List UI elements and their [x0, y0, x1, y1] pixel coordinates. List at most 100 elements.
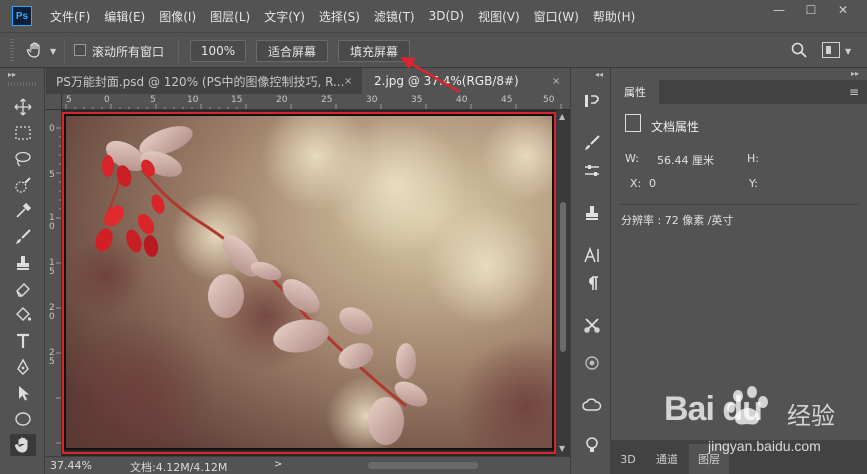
tab-properties[interactable]: 属性: [611, 80, 659, 104]
path-selection-tool-icon[interactable]: [10, 382, 36, 404]
cc-libraries-icon[interactable]: [580, 352, 604, 374]
x-label: X:: [630, 177, 642, 190]
window-controls: — ☐ ✕: [763, 0, 859, 20]
scroll-up-icon[interactable]: ▲: [559, 112, 565, 121]
stamp-tool-icon[interactable]: [10, 252, 36, 274]
eyedropper-tool-icon[interactable]: [10, 200, 36, 222]
ellipse-tool-icon[interactable]: [10, 408, 36, 430]
quick-selection-tool-icon[interactable]: [10, 174, 36, 196]
vertical-scrollbar[interactable]: ▲ ▼: [556, 110, 570, 456]
baidu-watermark: Bai du 经验 jingyan.baidu.com: [652, 382, 862, 468]
ruler-tick-label: 0: [49, 124, 55, 134]
menu-help[interactable]: 帮助(H): [593, 8, 635, 25]
menu-window[interactable]: 窗口(W): [534, 8, 579, 25]
minimize-button[interactable]: —: [763, 0, 795, 20]
menu-select[interactable]: 选择(S): [319, 8, 360, 25]
search-icon[interactable]: [790, 41, 808, 59]
brush-tool-icon[interactable]: [10, 226, 36, 248]
scroll-down-icon[interactable]: ▼: [559, 444, 565, 453]
horizontal-ruler[interactable]: 5 0 5 10 15 20 25 30 35 40 45 50: [62, 94, 570, 110]
toolbar-grip[interactable]: [8, 82, 36, 86]
divider: [619, 204, 859, 205]
pen-tool-icon[interactable]: [10, 356, 36, 378]
photo-berries: [64, 114, 554, 450]
collapse-icon[interactable]: ▸▸: [8, 70, 16, 79]
ruler-tick-label: 25: [321, 95, 333, 105]
scrollbar-thumb[interactable]: [560, 202, 566, 352]
panel-menu-icon[interactable]: ≡: [849, 85, 859, 99]
ruler-tick-label: 5: [49, 170, 55, 180]
type-tool-icon[interactable]: [10, 330, 36, 352]
chevron-down-icon[interactable]: ▼: [845, 47, 851, 56]
paw-icon: [727, 386, 768, 425]
learn-icon[interactable]: [580, 434, 604, 456]
ruler-tick-label: 50: [543, 95, 555, 105]
ruler-tick-label: 1 0: [49, 213, 55, 232]
ruler-origin[interactable]: [46, 94, 62, 110]
tab-3d[interactable]: 3D: [611, 444, 645, 474]
adjustments-icon[interactable]: [580, 160, 604, 182]
tab-ps-cover[interactable]: PS万能封面.psd @ 120% (PS中的图像控制技巧, R... ×: [46, 68, 362, 94]
menu-view[interactable]: 视图(V): [478, 8, 520, 25]
menu-type[interactable]: 文字(Y): [264, 8, 305, 25]
history-icon[interactable]: [580, 90, 604, 112]
menu-edit[interactable]: 编辑(E): [104, 8, 145, 25]
height-label: H:: [747, 152, 759, 165]
hand-tool-preset-icon[interactable]: [24, 39, 46, 61]
marquee-tool-icon[interactable]: [10, 122, 36, 144]
character-icon[interactable]: [580, 244, 604, 266]
menu-file[interactable]: 文件(F): [50, 8, 90, 25]
document-icon: [625, 114, 641, 132]
panel-icon-strip: ◂◂: [570, 68, 611, 474]
menu-image[interactable]: 图像(I): [159, 8, 196, 25]
clone-source-icon[interactable]: [580, 202, 604, 224]
menu-3d[interactable]: 3D(D): [429, 9, 464, 23]
fit-screen-button[interactable]: 适合屏幕: [256, 40, 328, 62]
x-value[interactable]: 0: [649, 177, 656, 190]
zoom-level[interactable]: 37.44%: [50, 459, 92, 472]
ruler-tick-label: 10: [187, 95, 199, 105]
lasso-tool-icon[interactable]: [10, 148, 36, 170]
canvas[interactable]: [62, 110, 556, 456]
collapse-icon[interactable]: ▸▸: [851, 69, 859, 78]
zoom-100-button[interactable]: 100%: [190, 40, 246, 62]
options-grip[interactable]: [10, 39, 14, 63]
tools-preset-icon[interactable]: [580, 314, 604, 336]
tab-2jpg[interactable]: 2.jpg @ 37.4%(RGB/8#) ×: [362, 68, 570, 94]
creative-cloud-icon[interactable]: [580, 394, 604, 416]
workspace-icon[interactable]: [822, 42, 840, 58]
scroll-all-windows-checkbox[interactable]: [74, 44, 86, 56]
close-icon[interactable]: ×: [344, 76, 352, 87]
hand-tool-icon[interactable]: [10, 434, 36, 456]
vertical-ruler[interactable]: 0 5 1 0 1 5 2 0 2 5: [46, 110, 62, 456]
maximize-button[interactable]: ☐: [795, 0, 827, 20]
ruler-tick-label: 30: [366, 95, 378, 105]
chevron-right-icon[interactable]: >: [274, 459, 282, 470]
fill-screen-button[interactable]: 填充屏幕: [338, 40, 410, 62]
move-tool-icon[interactable]: [10, 96, 36, 118]
paragraph-icon[interactable]: [580, 272, 604, 294]
panel-header: 属性 ≡: [611, 80, 867, 104]
ruler-tick-label: 40: [456, 95, 468, 105]
collapse-icon[interactable]: ◂◂: [595, 70, 603, 79]
close-icon[interactable]: ×: [552, 76, 560, 87]
ruler-tick-label: 45: [501, 95, 513, 105]
paint-bucket-tool-icon[interactable]: [10, 304, 36, 326]
document-tabs: PS万能封面.psd @ 120% (PS中的图像控制技巧, R... × 2.…: [46, 68, 570, 94]
ruler-tick-label: 20: [276, 95, 288, 105]
watermark-url: jingyan.baidu.com: [708, 438, 821, 454]
tab-label: PS万能封面.psd @ 120% (PS中的图像控制技巧, R...: [56, 74, 345, 89]
scroll-all-windows-label: 滚动所有窗口: [92, 45, 165, 59]
menu-layer[interactable]: 图层(L): [210, 8, 250, 25]
close-button[interactable]: ✕: [827, 0, 859, 20]
y-label: Y:: [749, 177, 758, 190]
horizontal-scrollbar-thumb[interactable]: [368, 462, 478, 469]
chevron-down-icon[interactable]: ▼: [50, 47, 56, 56]
ruler-tick-label: 5: [66, 95, 72, 105]
ruler-tick-label: 2 5: [49, 348, 55, 367]
brush-settings-icon[interactable]: [580, 132, 604, 154]
eraser-tool-icon[interactable]: [10, 278, 36, 300]
menu-filter[interactable]: 滤镜(T): [374, 8, 415, 25]
width-value[interactable]: 56.44 厘米: [657, 152, 714, 168]
divider: [64, 39, 65, 63]
